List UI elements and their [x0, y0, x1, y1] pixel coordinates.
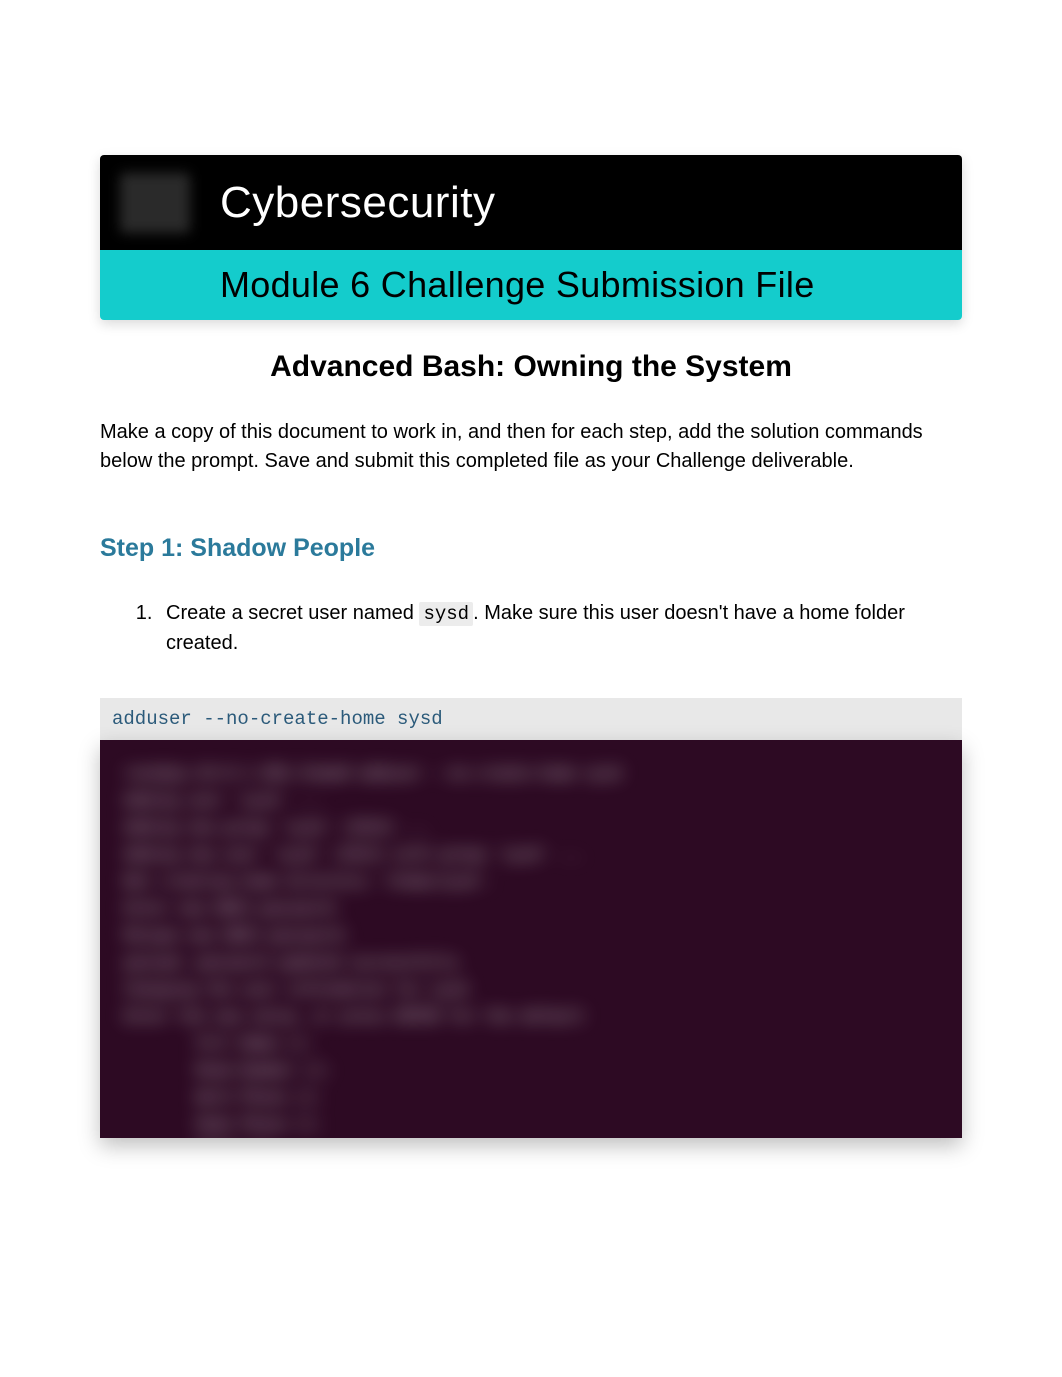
terminal-screenshot: root@ip-10-0-1-100:/home# adduser --no-c…: [100, 740, 962, 1138]
terminal-line: Adding new user 'sysd' (1013) with group…: [124, 841, 938, 868]
terminal-line: Enter the new value, or press ENTER for …: [124, 1003, 938, 1030]
step-1-text-pre: Create a secret user named: [166, 602, 419, 624]
logo-placeholder: [120, 173, 190, 233]
header-teal-bar: Module 6 Challenge Submission File: [100, 250, 962, 320]
terminal-line: Not creating home directory '/home/sysd'…: [124, 868, 938, 895]
terminal-line: Home Phone []:: [124, 1111, 938, 1138]
step-1-item-1: Create a secret user named sysd. Make su…: [158, 599, 962, 658]
terminal-line: root@ip-10-0-1-100:/home# adduser --no-c…: [124, 760, 938, 787]
module-subtitle: Module 6 Challenge Submission File: [220, 264, 815, 306]
terminal-line: Changing the user information for sysd: [124, 976, 938, 1003]
document-header: Cybersecurity Module 6 Challenge Submiss…: [100, 155, 962, 320]
intro-paragraph: Make a copy of this document to work in,…: [100, 418, 962, 476]
terminal-line: passwd: password updated successfully: [124, 949, 938, 976]
inline-code-sysd: sysd: [419, 602, 473, 626]
terminal-line: Adding user 'sysd' ...: [124, 787, 938, 814]
terminal-blurred-content: root@ip-10-0-1-100:/home# adduser --no-c…: [100, 740, 962, 1138]
command-block: adduser --no-create-home sysd: [100, 698, 962, 740]
terminal-line: Work Phone []:: [124, 1084, 938, 1111]
terminal-line: Enter new UNIX password:: [124, 895, 938, 922]
course-title: Cybersecurity: [220, 178, 495, 228]
terminal-line: Retype new UNIX password:: [124, 922, 938, 949]
step-1-list: Create a secret user named sysd. Make su…: [100, 599, 962, 658]
header-black-bar: Cybersecurity: [100, 155, 962, 250]
terminal-line: Room Number []:: [124, 1057, 938, 1084]
terminal-line: Adding new group 'sysd' (1014) ...: [124, 814, 938, 841]
page-title: Advanced Bash: Owning the System: [100, 350, 962, 384]
step-1-heading: Step 1: Shadow People: [100, 534, 962, 563]
terminal-line: Full Name []:: [124, 1030, 938, 1057]
